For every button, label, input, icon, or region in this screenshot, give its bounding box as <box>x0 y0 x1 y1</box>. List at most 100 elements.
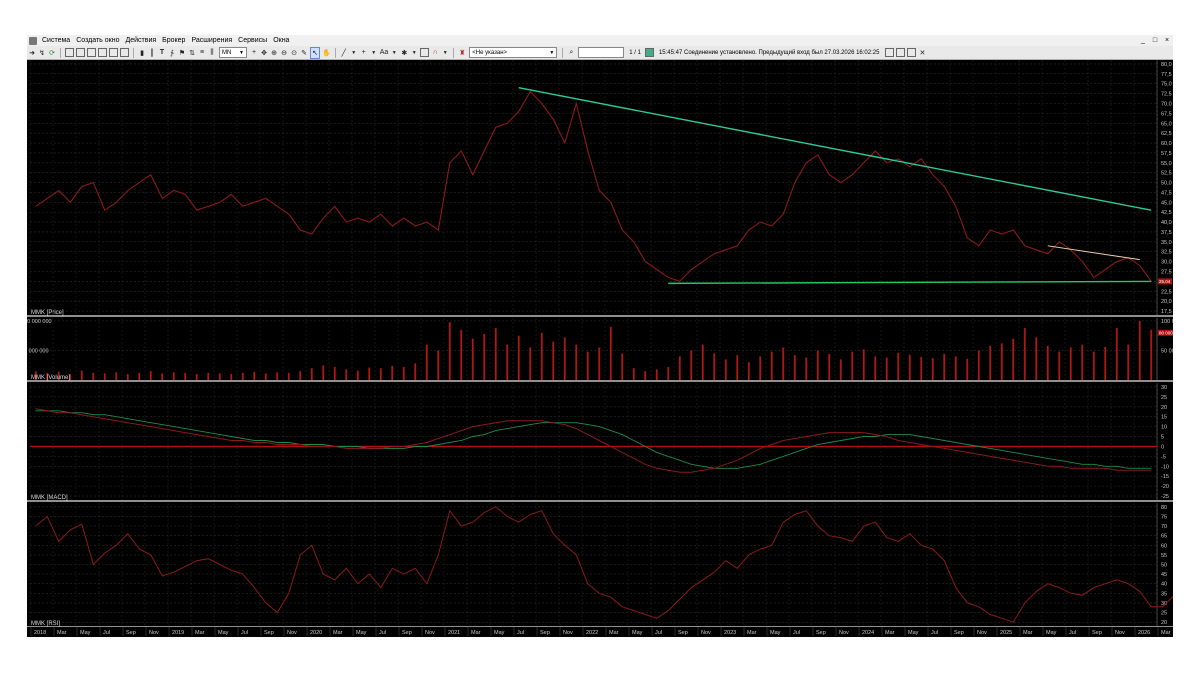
lines-icon[interactable]: ≡ <box>198 48 206 58</box>
menu-system[interactable]: Система <box>39 37 73 44</box>
menu-extensions[interactable]: Расширения <box>188 37 235 44</box>
price-line-point <box>840 182 842 183</box>
notify-icon[interactable] <box>885 48 895 57</box>
search-input[interactable] <box>578 47 625 58</box>
menu-broker[interactable]: Брокер <box>159 37 188 44</box>
minimize-icon[interactable]: _ <box>1137 37 1149 44</box>
time-axis-label: 2018 <box>34 630 46 636</box>
volume-bar <box>897 352 900 380</box>
crosshair-icon[interactable]: + <box>250 48 258 58</box>
hand-icon[interactable]: ✋ <box>322 48 331 58</box>
macd-signal-line-point <box>748 465 750 467</box>
refresh-icon[interactable]: ⟳ <box>48 48 56 58</box>
volume-bar <box>161 373 164 380</box>
y-tick-label: 80 <box>1161 505 1167 511</box>
table-icon[interactable] <box>109 48 118 57</box>
rsi-line-point <box>1139 591 1141 592</box>
macd-line-point <box>230 440 232 441</box>
account-select[interactable]: <Не указан> ▼ <box>469 47 558 58</box>
macd-line-point <box>173 430 175 431</box>
macd-signal-line-point <box>81 412 83 414</box>
plus-tool-dropdown-icon[interactable]: ▼ <box>370 48 378 58</box>
font-dropdown-icon[interactable]: ▼ <box>390 48 398 58</box>
price-line-point <box>644 261 646 263</box>
search-icon[interactable]: ⌕ <box>567 48 575 58</box>
candles-icon[interactable]: ┃ <box>148 48 156 58</box>
macd-signal-line-point <box>909 434 911 435</box>
y-tick-label: 70,0 <box>1161 101 1172 107</box>
volume-bar <box>471 338 474 380</box>
text-tool-icon[interactable]: T <box>158 48 166 58</box>
time-axis-label: 2023 <box>724 630 736 636</box>
font-button[interactable]: Aa <box>380 48 389 58</box>
palette-icon[interactable]: ✱ <box>400 48 408 58</box>
options-icon[interactable] <box>907 48 917 57</box>
price-line-point <box>932 174 934 176</box>
bar-chart-icon[interactable]: ▮ <box>138 48 146 58</box>
macd-line-point <box>311 446 313 447</box>
rsi-line-point <box>552 533 554 535</box>
time-axis-label: Jul <box>655 630 662 636</box>
grid-icon[interactable] <box>120 48 129 57</box>
price-line-point <box>541 103 543 104</box>
account-icon[interactable]: ♜ <box>458 48 466 58</box>
macd-line-point <box>978 453 980 455</box>
zoom-fit-icon[interactable]: ⊙ <box>290 48 298 58</box>
close-icon[interactable]: × <box>1161 37 1173 44</box>
indicator-icon[interactable]: ∱ <box>168 48 176 58</box>
move-icon[interactable]: ✥ <box>260 48 268 58</box>
magnet-icon[interactable]: ∩ <box>431 48 439 58</box>
rsi-line-point <box>874 521 876 523</box>
maximize-icon[interactable]: □ <box>1149 37 1161 44</box>
time-axis-label: Nov <box>149 630 159 636</box>
candle-chart-icon[interactable]: ⫼ <box>208 48 216 58</box>
macd-signal-line-point <box>725 467 727 469</box>
y-tick-label: 52,5 <box>1161 171 1172 177</box>
window-layout-icon-4[interactable] <box>98 48 107 57</box>
volume-bar <box>1127 344 1130 380</box>
scale-icon[interactable]: ⇅ <box>188 48 196 58</box>
window-layout-icon-3[interactable] <box>87 48 96 57</box>
macd-line-point <box>426 442 428 443</box>
pencil-icon[interactable]: ✎ <box>300 48 308 58</box>
menu-actions[interactable]: Действия <box>122 37 159 44</box>
volume-bar <box>908 354 911 380</box>
template-icon[interactable] <box>420 48 430 57</box>
menu-services[interactable]: Сервисы <box>235 37 270 44</box>
macd-line-point <box>736 459 738 461</box>
menu-windows[interactable]: Окна <box>270 37 292 44</box>
volume-bar <box>667 367 670 380</box>
rsi-line-point <box>1104 583 1106 585</box>
macd-line-point <box>483 424 485 426</box>
macd-line-point <box>368 448 370 449</box>
volume-bar <box>264 373 267 380</box>
window-layout-icon-2[interactable] <box>76 48 85 57</box>
volume-bar <box>885 357 888 380</box>
plus-tool-icon[interactable]: + <box>360 48 368 58</box>
y-tick-label: 47,5 <box>1161 190 1172 196</box>
window-layout-icon-1[interactable] <box>65 48 74 57</box>
y-tick-label: 50,0 <box>1161 181 1172 187</box>
volume-bar <box>1000 343 1003 380</box>
zoom-in-icon[interactable]: ⊕ <box>270 48 278 58</box>
arrow-right-icon[interactable]: ➜ <box>28 48 36 58</box>
magnet-dropdown-icon[interactable]: ▼ <box>441 48 449 58</box>
rsi-line-point <box>472 521 474 523</box>
line-tool-dropdown-icon[interactable]: ▼ <box>350 48 358 58</box>
macd-signal-line-point <box>138 420 140 422</box>
rsi-line-point <box>633 610 635 612</box>
zoom-out-icon[interactable]: ⊖ <box>280 48 288 58</box>
open-icon[interactable]: ↯ <box>38 48 46 58</box>
rsi-line-point <box>587 583 589 585</box>
menu-create-window[interactable]: Создать окно <box>73 37 122 44</box>
y-tick-label: 35 <box>1161 591 1167 597</box>
select-icon[interactable]: ↖ <box>310 46 320 59</box>
layout-icon[interactable] <box>896 48 906 57</box>
flag-icon[interactable]: ⚑ <box>178 48 186 58</box>
palette-dropdown-icon[interactable]: ▼ <box>410 48 418 58</box>
line-tool-icon[interactable]: ╱ <box>340 48 348 58</box>
y-tick-label: 25 <box>1161 611 1167 617</box>
timeframe-select[interactable]: MN ▼ <box>219 47 247 58</box>
macd-signal-line-point <box>897 434 899 435</box>
close-tab-icon[interactable]: ✕ <box>918 48 926 58</box>
